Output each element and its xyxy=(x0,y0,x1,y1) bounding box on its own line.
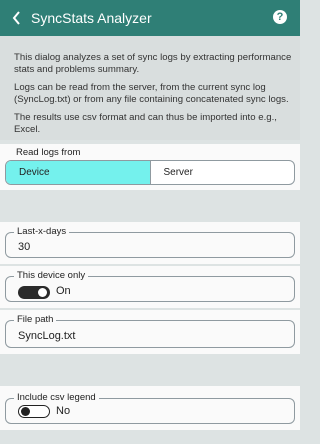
file-path-field[interactable]: File path SyncLog.txt xyxy=(5,314,295,348)
include-csv-legend-label: Include csv legend xyxy=(14,392,99,404)
title-bar: SyncStats Analyzer ? xyxy=(0,0,300,36)
last-x-days-field[interactable]: Last-x-days 30 xyxy=(5,226,295,258)
file-path-label: File path xyxy=(14,314,57,326)
last-x-days-label: Last-x-days xyxy=(14,226,70,238)
read-logs-segmented-control: Device Server xyxy=(5,160,295,185)
segment-server[interactable]: Server xyxy=(151,161,295,184)
description-panel: This dialog analyzes a set of sync logs … xyxy=(0,36,300,140)
this-device-only-label: This device only xyxy=(14,270,89,282)
back-button[interactable] xyxy=(8,8,24,28)
description-paragraph-2: Logs can be read from the server, from t… xyxy=(14,82,289,105)
toggle-knob xyxy=(38,288,47,297)
this-device-only-field: This device only On xyxy=(5,270,295,302)
question-circle-icon: ? xyxy=(276,11,284,23)
include-csv-legend-state: No xyxy=(56,405,71,417)
description-paragraph-1: This dialog analyzes a set of sync logs … xyxy=(14,52,292,75)
toggle-knob xyxy=(21,407,30,416)
file-path-value: SyncLog.txt xyxy=(18,330,76,342)
segment-device[interactable]: Device xyxy=(6,161,151,184)
page-title: SyncStats Analyzer xyxy=(31,10,152,26)
chevron-left-icon xyxy=(12,11,20,25)
include-csv-legend-field: Include csv legend No xyxy=(5,392,295,424)
help-button[interactable]: ? xyxy=(273,10,287,24)
this-device-only-toggle[interactable] xyxy=(18,286,50,299)
include-csv-legend-toggle[interactable] xyxy=(18,405,50,418)
description-paragraph-3: The results use csv format and can thus … xyxy=(14,112,277,135)
read-logs-label: Read logs from xyxy=(14,147,83,159)
this-device-only-state: On xyxy=(56,285,71,297)
last-x-days-value: 30 xyxy=(18,241,31,253)
